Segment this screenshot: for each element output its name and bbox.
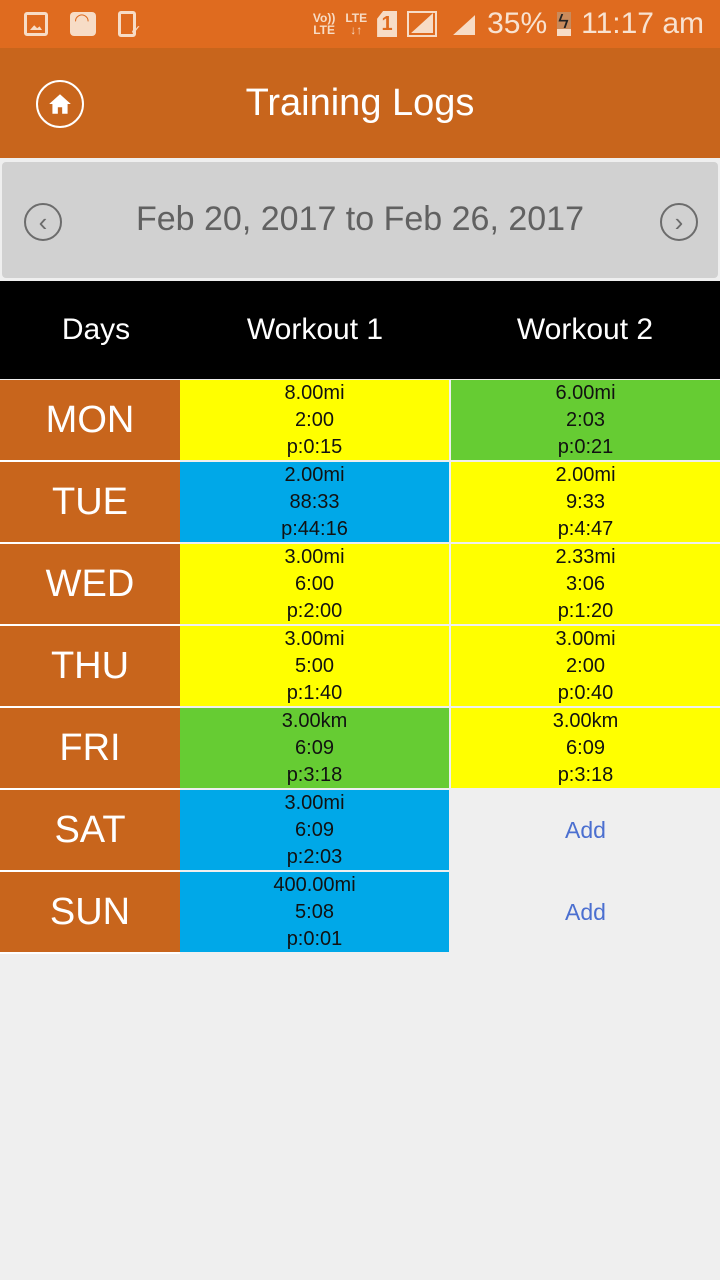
day-label: WED (0, 544, 180, 626)
app-bar: Training Logs (0, 48, 720, 158)
workout-pace: p:4:47 (557, 517, 614, 540)
workout-1-cell[interactable]: 400.00mi 5:08 p:0:01 (180, 872, 449, 952)
status-bar: Vo)) LTE LTE ↓↑ 1 35% 11:17 am (0, 0, 720, 48)
workout-distance: 400.00mi (273, 873, 356, 896)
workout-time: 2:00 (566, 654, 605, 677)
volte-icon: Vo)) LTE (312, 11, 336, 37)
add-workout-link[interactable]: Add (565, 817, 606, 844)
workout-distance: 2.33mi (555, 545, 616, 568)
workout-distance: 3.00mi (284, 791, 345, 814)
wifi-icon (70, 10, 96, 36)
workout-1-cell[interactable]: 3.00mi 5:00 p:1:40 (180, 626, 449, 706)
sim-icon: 1 (377, 11, 398, 37)
workout-distance: 3.00mi (284, 545, 345, 568)
workout-time: 88:33 (289, 490, 340, 513)
table-row: TUE 2.00mi 88:33 p:44:16 2.00mi 9:33 p:4:47 (0, 462, 720, 544)
workout-pace: p:2:00 (286, 599, 343, 622)
header-days: Days (61, 313, 131, 346)
workout-distance: 2.00mi (555, 463, 616, 486)
header-workout-1: Workout 1 (246, 313, 384, 346)
page-title: Training Logs (245, 82, 475, 124)
workout-1-cell[interactable]: 2.00mi 88:33 p:44:16 (180, 462, 449, 542)
chevron-right-icon: › (674, 207, 684, 237)
workout-time: 6:09 (566, 736, 605, 759)
gallery-icon (24, 12, 48, 36)
table-row: MON 8.00mi 2:00 p:0:15 6.00mi 2:03 p:0:21 (0, 380, 720, 462)
table-row: FRI 3.00km 6:09 p:3:18 3.00km 6:09 p:3:18 (0, 708, 720, 790)
day-label: SUN (0, 872, 180, 954)
workout-distance: 3.00km (281, 709, 348, 732)
table-row: THU 3.00mi 5:00 p:1:40 3.00mi 2:00 p:0:40 (0, 626, 720, 708)
day-label: SAT (0, 790, 180, 872)
workout-time: 6:09 (295, 818, 334, 841)
signal-icon-sim2 (447, 11, 477, 37)
workout-2-cell: Add (451, 872, 720, 952)
next-week-button[interactable]: › (660, 203, 698, 241)
workout-2-cell[interactable]: 3.00mi 2:00 p:0:40 (451, 626, 720, 706)
lte-icon: LTE ↓↑ (345, 11, 368, 37)
workout-distance: 8.00mi (284, 381, 345, 404)
workout-time: 6:09 (295, 736, 334, 759)
workout-2-cell: Add (451, 790, 720, 870)
status-bar-system: Vo)) LTE LTE ↓↑ 1 35% 11:17 am (313, 0, 704, 48)
workout-pace: p:0:15 (286, 435, 343, 458)
workout-pace: p:1:20 (557, 599, 614, 622)
workout-1-cell[interactable]: 8.00mi 2:00 p:0:15 (180, 380, 449, 460)
workout-table: MON 8.00mi 2:00 p:0:15 6.00mi 2:03 p:0:21 TUE 2.… (0, 380, 720, 954)
clock: 11:17 am (581, 7, 704, 40)
workout-pace: p:2:03 (286, 845, 343, 868)
table-header: Days Workout 1 Workout 2 (0, 281, 720, 379)
workout-2-cell[interactable]: 2.00mi 9:33 p:4:47 (451, 462, 720, 542)
workout-distance: 3.00mi (284, 627, 345, 650)
header-workout-2: Workout 2 (516, 313, 654, 346)
table-row: WED 3.00mi 6:00 p:2:00 2.33mi 3:06 p:1:20 (0, 544, 720, 626)
workout-1-cell[interactable]: 3.00mi 6:00 p:2:00 (180, 544, 449, 624)
workout-time: 6:00 (295, 572, 334, 595)
workout-pace: p:0:40 (557, 681, 614, 704)
workout-pace: p:0:01 (286, 927, 343, 950)
table-row: SUN 400.00mi 5:08 p:0:01 Add (0, 872, 720, 954)
workout-time: 5:08 (295, 900, 334, 923)
workout-distance: 2.00mi (284, 463, 345, 486)
workout-pace: p:1:40 (286, 681, 343, 704)
workout-time: 2:03 (566, 408, 605, 431)
battery-percent: 35% (487, 7, 548, 40)
workout-time: 3:06 (566, 572, 605, 595)
day-label: FRI (0, 708, 180, 790)
workout-distance: 6.00mi (555, 381, 616, 404)
workout-2-cell[interactable]: 3.00km 6:09 p:3:18 (451, 708, 720, 788)
workout-time: 9:33 (566, 490, 605, 513)
workout-distance: 3.00mi (555, 627, 616, 650)
table-row: SAT 3.00mi 6:09 p:2:03 Add (0, 790, 720, 872)
add-workout-link[interactable]: Add (565, 899, 606, 926)
date-range-bar: ‹ Feb 20, 2017 to Feb 26, 2017 › (2, 162, 718, 278)
day-label: TUE (0, 462, 180, 544)
workout-pace: p:0:21 (557, 435, 614, 458)
battery-charging-icon (557, 11, 572, 36)
day-label: THU (0, 626, 180, 708)
date-range-label: Feb 20, 2017 to Feb 26, 2017 (135, 200, 584, 238)
workout-time: 5:00 (295, 654, 334, 677)
workout-distance: 3.00km (552, 709, 619, 732)
workout-1-cell[interactable]: 3.00mi 6:09 p:2:03 (180, 790, 449, 870)
workout-pace: p:3:18 (557, 763, 614, 786)
workout-2-cell[interactable]: 2.33mi 3:06 p:1:20 (451, 544, 720, 624)
workout-time: 2:00 (295, 408, 334, 431)
signal-icon-sim1 (407, 11, 438, 37)
workout-pace: p:44:16 (281, 517, 348, 540)
workout-pace: p:3:18 (286, 763, 343, 786)
workout-2-cell[interactable]: 6.00mi 2:03 p:0:21 (451, 380, 720, 460)
status-bar-notifications (24, 0, 142, 48)
workout-1-cell[interactable]: 3.00km 6:09 p:3:18 (180, 708, 449, 788)
day-label: MON (0, 380, 180, 462)
phone-check-icon (118, 11, 142, 39)
